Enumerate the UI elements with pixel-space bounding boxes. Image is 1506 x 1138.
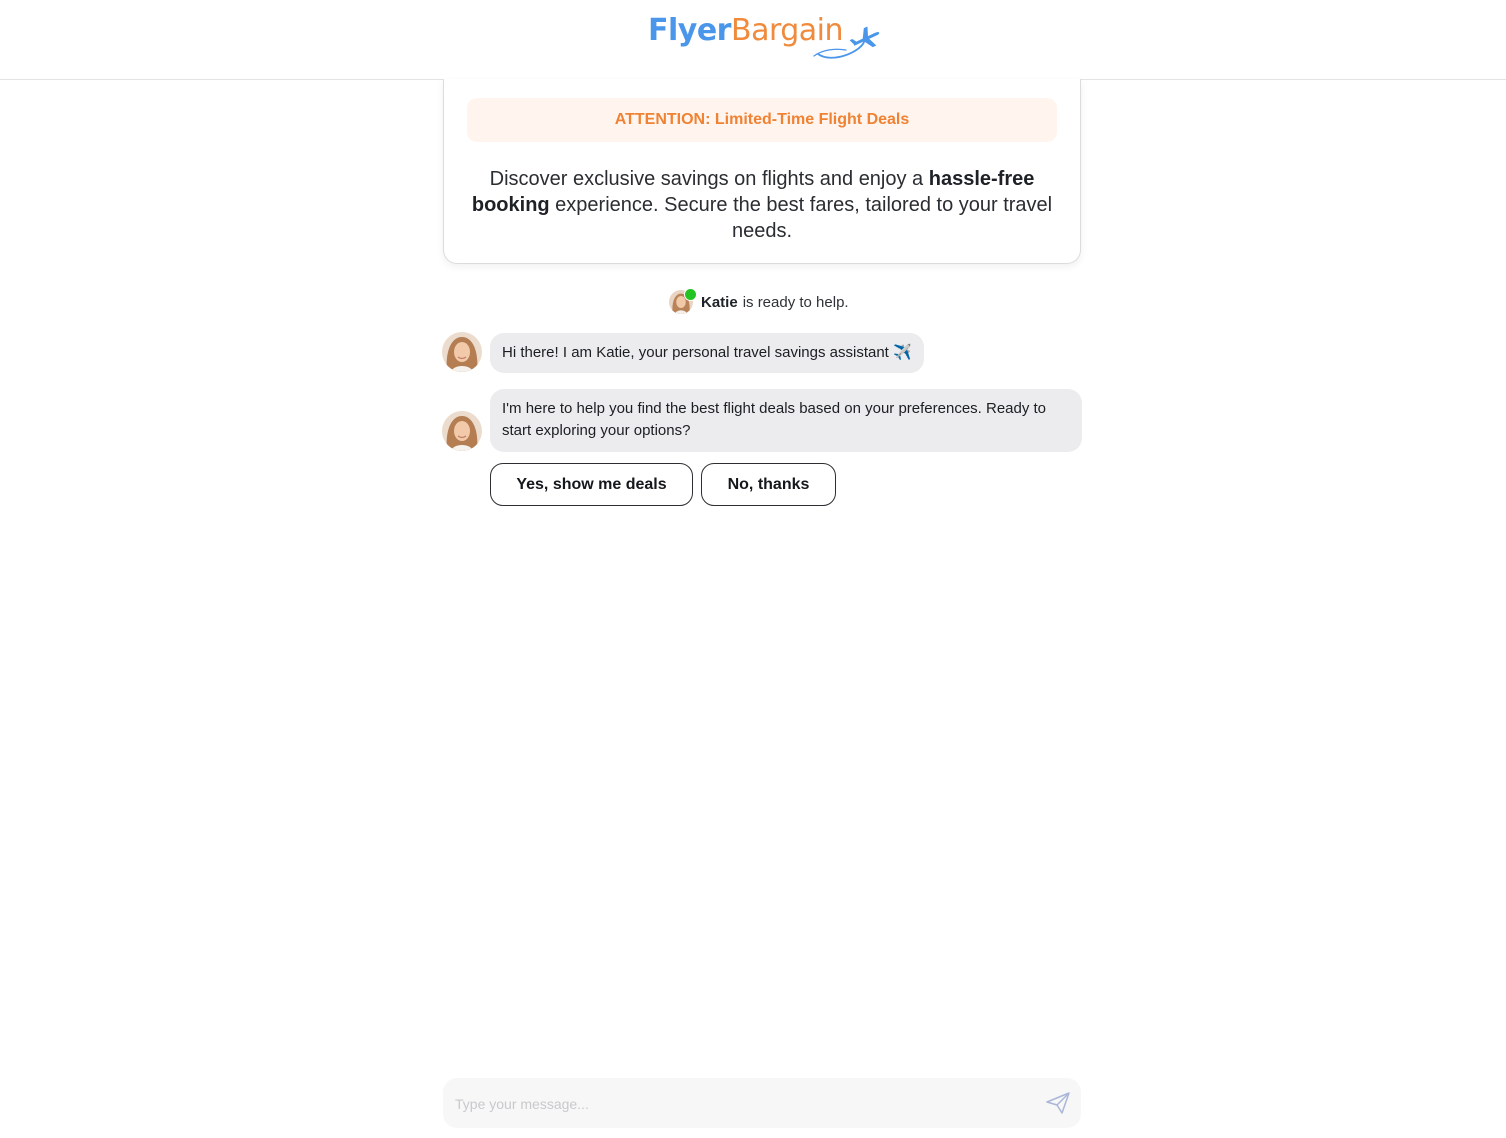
- agent-status: Katie is ready to help.: [669, 288, 849, 315]
- agent-avatar: [442, 411, 482, 451]
- agent-avatar-small: [669, 288, 697, 314]
- attention-banner: ATTENTION: Limited-Time Flight Deals: [467, 98, 1057, 142]
- site-header: Flyer Bargain: [0, 0, 1506, 80]
- online-indicator: [684, 288, 697, 301]
- promo-description: Discover exclusive savings on flights an…: [464, 166, 1060, 244]
- logo-text-flyer: Flyer: [648, 13, 731, 48]
- promo-text-end: experience. Secure the best fares, tailo…: [549, 194, 1053, 242]
- promo-text-start: Discover exclusive savings on flights an…: [489, 168, 929, 190]
- chat-message-offer: I'm here to help you find the best fligh…: [490, 389, 1082, 452]
- message-input[interactable]: [453, 1078, 1037, 1130]
- chat-message-greeting: Hi there! I am Katie, your personal trav…: [490, 333, 924, 373]
- agent-avatar: [442, 332, 482, 372]
- no-thanks-button[interactable]: No, thanks: [701, 463, 836, 506]
- promo-card: ATTENTION: Limited-Time Flight Deals Dis…: [443, 79, 1081, 264]
- airplane-logo-icon: [813, 26, 880, 59]
- yes-show-deals-button[interactable]: Yes, show me deals: [490, 463, 693, 506]
- flyerbargain-logo[interactable]: Flyer Bargain: [648, 8, 880, 60]
- agent-name: Katie: [701, 293, 738, 311]
- paper-plane-icon[interactable]: [1044, 1090, 1072, 1116]
- status-text: is ready to help.: [742, 293, 849, 311]
- message-composer: [443, 1078, 1081, 1130]
